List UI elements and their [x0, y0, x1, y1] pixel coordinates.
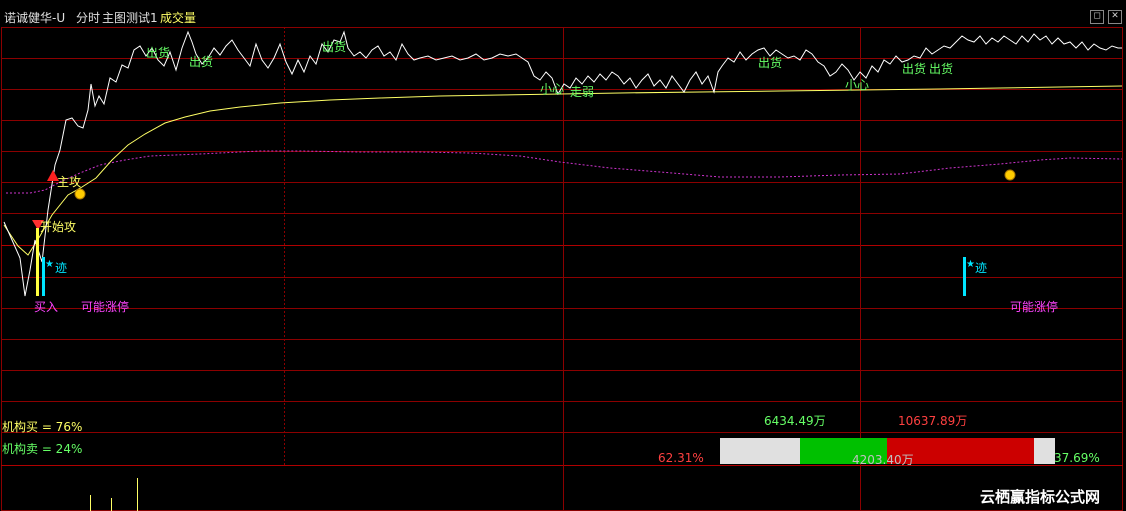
net-amount: 4203.40万: [852, 453, 914, 467]
gold-coin-icon-2: [1004, 169, 1016, 181]
buy-pct: 62.31%: [658, 451, 704, 465]
star-icon-1: ★: [45, 259, 54, 270]
signal-chuhuo-1: 出货: [146, 46, 171, 60]
buy-amount: 6434.49万: [764, 414, 826, 428]
signal-mairu: 买入: [34, 300, 59, 314]
signal-xiaoxin-2: 小心: [845, 78, 870, 92]
star-icon-2: ★: [966, 259, 975, 270]
buy-bar-yellow: [36, 228, 39, 296]
signal-kenengzhangting-2: 可能涨停: [1010, 300, 1059, 314]
watermark: 云栖赢指标公式网: [980, 488, 1101, 506]
institution-sell-label: 机构卖 = 24%: [2, 442, 83, 456]
institution-buy-label: 机构买 = 76%: [2, 420, 83, 434]
ratio-bar-right-cap: [1034, 438, 1055, 464]
signal-kaishigong: 开始攻: [40, 220, 77, 234]
signal-ji-2: 迹: [975, 261, 988, 275]
chart-canvas: [1, 27, 1123, 511]
signal-chuhuo-3: 出货: [322, 40, 347, 54]
signal-kenengzhangting-1: 可能涨停: [81, 300, 130, 314]
volume-bars: [90, 478, 138, 511]
signal-chuhuo-6: 出货: [929, 62, 954, 76]
signal-chuhuo-4: 出货: [758, 56, 783, 70]
signal-chuhuo-5: 出货: [902, 62, 927, 76]
signal-ji-1: 迹: [55, 261, 68, 275]
ratio-bar-left-cap: [720, 438, 800, 464]
signal-chuhuo-2: 出货: [189, 55, 214, 69]
signal-xiaoxin-1: 小心: [540, 82, 565, 96]
signal-zouruo: 走弱: [570, 85, 595, 99]
sell-amount: 10637.89万: [898, 414, 968, 428]
signal-zhugong: 主攻: [57, 175, 82, 189]
sell-pct: 37.69%: [1054, 451, 1100, 465]
gold-coin-icon: [74, 188, 86, 200]
